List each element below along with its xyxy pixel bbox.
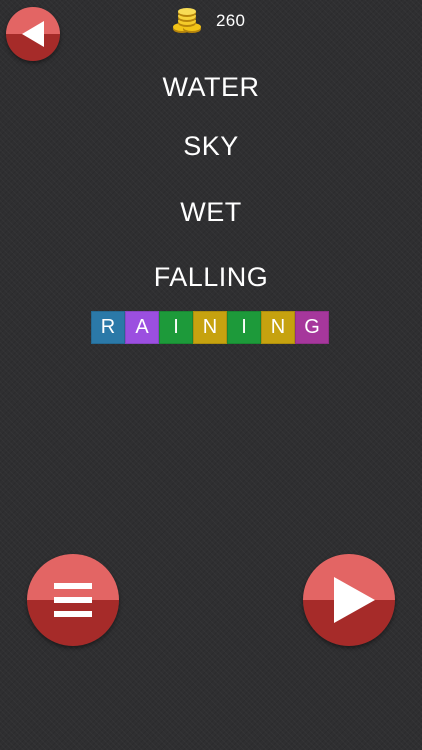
- clue-word-1: WATER: [162, 72, 260, 102]
- answer-tile[interactable]: N: [261, 311, 295, 344]
- back-button[interactable]: [6, 7, 60, 61]
- play-triangle-icon: [334, 577, 375, 623]
- hamburger-menu-icon: [54, 583, 92, 617]
- answer-tile[interactable]: I: [227, 311, 261, 344]
- menu-button[interactable]: [27, 554, 119, 646]
- coin-stack-icon: [173, 8, 201, 33]
- coin-count: 260: [216, 11, 246, 30]
- clue-word-4: FALLING: [153, 262, 269, 292]
- coin-balance: 260: [172, 7, 245, 35]
- triangle-left-icon: [22, 21, 44, 47]
- answer-tiles: R A I N I N G: [91, 311, 329, 344]
- answer-tile[interactable]: G: [295, 311, 329, 344]
- clue-word-2: SKY: [183, 131, 239, 161]
- clue-word-3: WET: [180, 197, 242, 227]
- answer-tile[interactable]: I: [159, 311, 193, 344]
- play-button[interactable]: [303, 554, 395, 646]
- answer-tile[interactable]: N: [193, 311, 227, 344]
- answer-tile[interactable]: R: [91, 311, 125, 344]
- answer-tile[interactable]: A: [125, 311, 159, 344]
